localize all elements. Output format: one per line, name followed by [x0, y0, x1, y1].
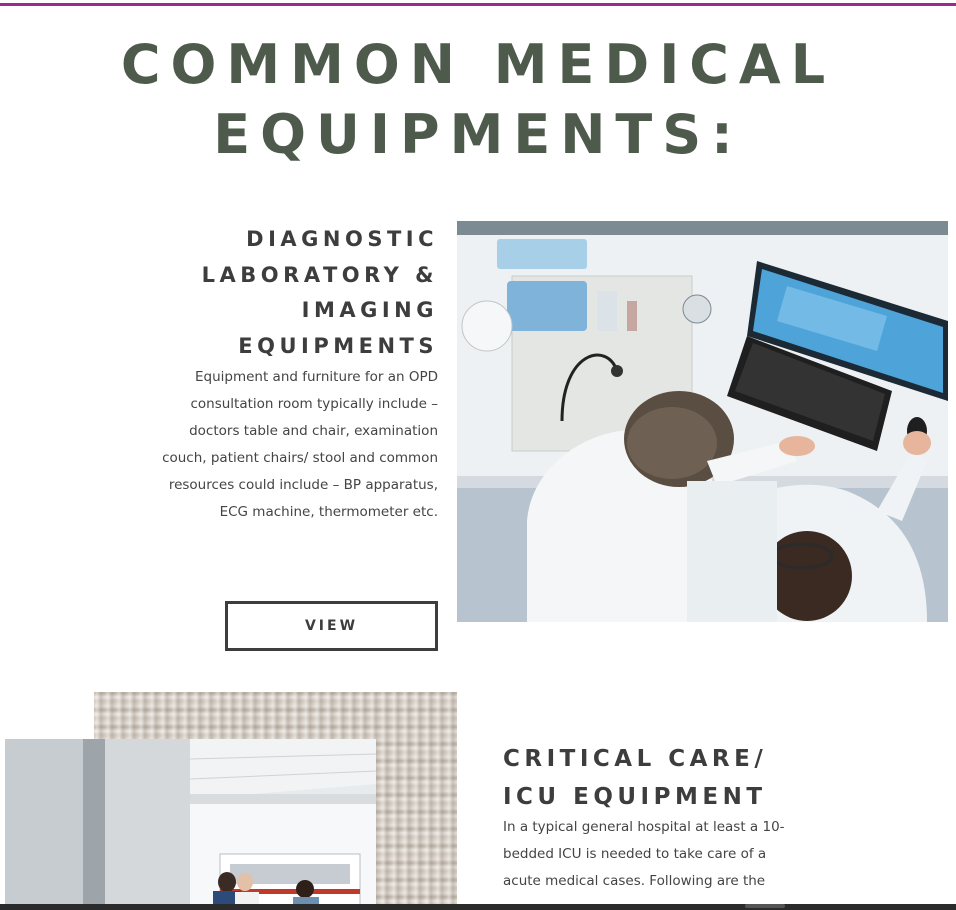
critical-care-heading-line-1: CRITICAL CARE/ — [503, 746, 768, 772]
critical-care-description-line: In a typical general hospital at least a… — [503, 819, 785, 835]
page: COMMON MEDICAL EQUIPMENTS: DIAGNOSTIC LA… — [0, 0, 956, 910]
diagnostic-description-line: couch, patient chairs/ stool and common — [162, 450, 438, 466]
diagnostic-description-line: Equipment and furniture for an OPD — [194, 369, 438, 385]
top-accent-rule — [0, 3, 956, 6]
diagnostic-description-line: consultation room typically include – — [190, 396, 438, 412]
page-title-line-1: COMMON MEDICAL — [120, 33, 836, 96]
critical-care-description-line: acute medical cases. Following are the — [503, 873, 766, 889]
diagnostic-heading-line-4: EQUIPMENTS — [238, 333, 438, 358]
page-title: COMMON MEDICAL EQUIPMENTS: — [0, 30, 956, 170]
critical-care-heading-line-2: ICU EQUIPMENT — [503, 784, 767, 810]
diagnostic-heading-line-2: LABORATORY & — [201, 262, 438, 287]
diagnostic-description-line: resources could include – BP apparatus, — [168, 477, 438, 493]
critical-care-heading: CRITICAL CARE/ ICU EQUIPMENT — [503, 740, 883, 816]
lab-doctors-photo — [457, 221, 948, 622]
diagnostic-heading: DIAGNOSTIC LABORATORY & IMAGING EQUIPMEN… — [138, 222, 438, 364]
critical-care-description: In a typical general hospital at least a… — [503, 814, 833, 895]
bottom-toolbar-handle[interactable] — [745, 904, 785, 908]
page-title-line-2: EQUIPMENTS: — [213, 103, 743, 166]
diagnostic-heading-line-1: DIAGNOSTIC — [246, 227, 438, 251]
view-button[interactable]: VIEW — [225, 601, 438, 651]
diagnostic-heading-line-3: IMAGING — [301, 298, 438, 322]
diagnostic-description-line: doctors table and chair, examination — [189, 423, 438, 439]
critical-care-description-line: bedded ICU is needed to take care of a — [503, 846, 767, 862]
diagnostic-description: Equipment and furniture for an OPD consu… — [110, 364, 438, 526]
ambulance-corridor-photo — [5, 739, 376, 910]
bottom-toolbar — [0, 904, 956, 910]
diagnostic-description-line: ECG machine, thermometer etc. — [219, 504, 438, 520]
